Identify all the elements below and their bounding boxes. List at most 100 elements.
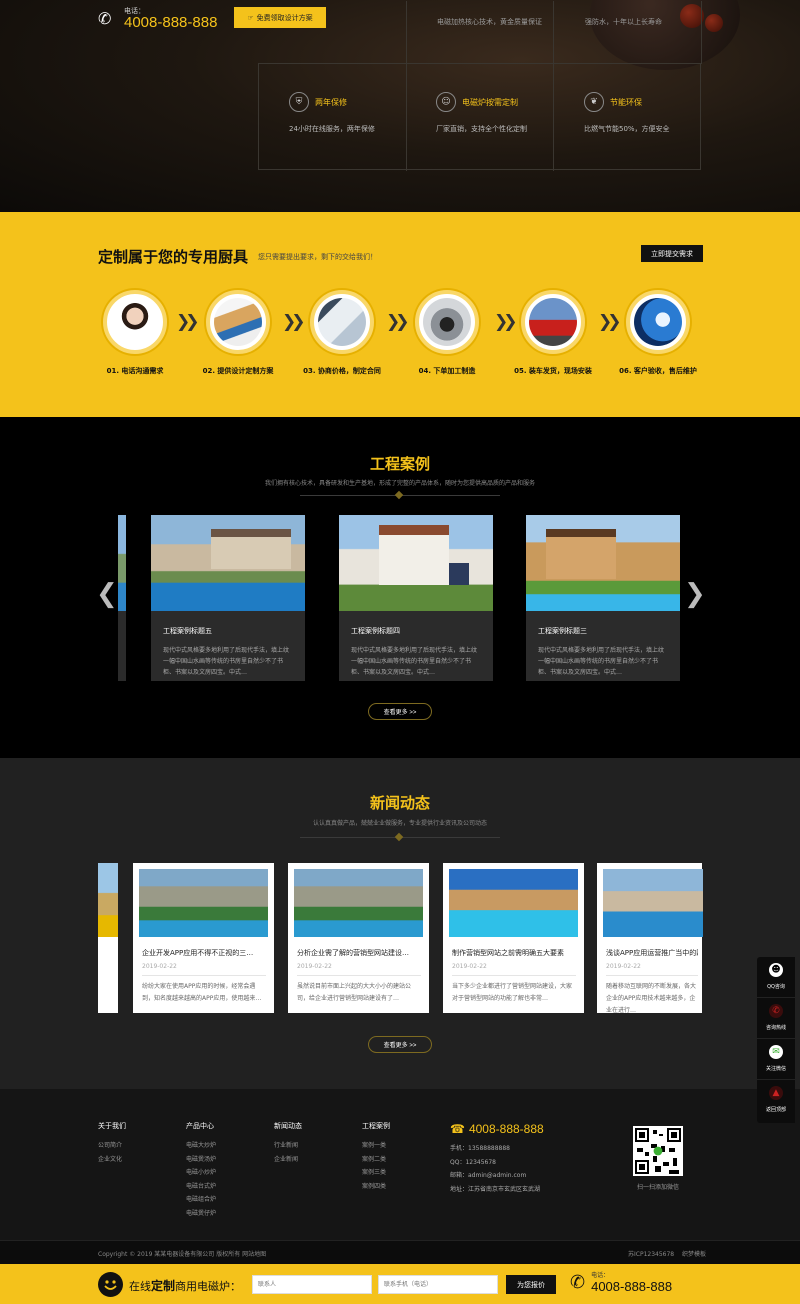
phone-icon: ✆ <box>769 1004 783 1018</box>
step-image <box>310 290 374 354</box>
news-title: 分析企业需了解的营销型网站建设… <box>297 949 409 957</box>
phone-number: 4008-888-888 <box>124 14 218 31</box>
footer-link[interactable]: 案例二类 <box>362 1153 390 1167</box>
footer-heading: 产品中心 <box>186 1122 214 1130</box>
news-title: 新闻动态 <box>369 794 430 812</box>
footer-link[interactable]: 电磁煲汤炉 <box>186 1153 216 1167</box>
footer: 关于我们 公司简介 企业文化 产品中心 电磁大炒炉 电磁煲汤炉 电磁小炒炉 电磁… <box>0 1089 800 1240</box>
submit-request-button[interactable]: 立即提交需求 <box>641 245 703 262</box>
case-card[interactable]: 工程案例标题五 现代中式风格要多地利用了后现代手法，填上纹一幅中国山水画等传统的… <box>151 515 305 681</box>
footer-email: 邮箱：admin@admin.com <box>450 1172 527 1179</box>
case-card-partial[interactable] <box>118 515 126 681</box>
news-subtitle: 认认真真做产品，兢兢业业做服务，专业提供行业资讯及公司动态 <box>312 820 487 827</box>
cases-subtitle: 我们拥有核心技术，具备研发和生产基地，形成了完整的产品体系，随时为您提供高品质的… <box>264 480 535 487</box>
footer-link[interactable]: 电磁煲仔炉 <box>186 1207 216 1221</box>
quote-button[interactable]: 为您报价 <box>506 1275 556 1294</box>
footer-address: 地址：江苏省南京市玄武区玄武湖 <box>450 1185 541 1193</box>
leaf-icon: ❦ <box>584 92 604 112</box>
step-label: 06. 客户验收，售后维护 <box>619 367 697 375</box>
top-feature: 电磁加热核心技术，黄金质量保证 <box>437 18 542 26</box>
bottom-phone: ✆ 电话： 4008-888-888 <box>570 1270 672 1295</box>
cases-section: 工程案例 我们拥有核心技术，具备研发和生产基地，形成了完整的产品体系，随时为您提… <box>0 417 800 758</box>
process-step: 06. 客户验收，售后维护 <box>608 290 708 376</box>
news-image <box>139 869 268 937</box>
footer-link[interactable]: 电磁组合炉 <box>186 1193 216 1207</box>
case-title: 工程案例标题五 <box>163 627 212 635</box>
news-card[interactable]: 分析企业需了解的营销型网站建设… 2019-02-22 虽然说目前市面上兴起的大… <box>288 863 429 1013</box>
hero-banner: ✆ 电话： 4008-888-888 ☞ 免费领取设计方案 电磁加热核心技术，黄… <box>0 0 800 212</box>
feature-item: ❦ 节能环保 比燃气节能50%，方便安全 <box>584 92 724 134</box>
cases-more-button[interactable]: 查看更多 >> <box>368 703 432 720</box>
diamond-icon <box>394 832 404 842</box>
footer-link[interactable]: 电磁台式炉 <box>186 1180 216 1194</box>
contact-phone-input[interactable] <box>378 1275 498 1294</box>
footer-link[interactable]: 案例一类 <box>362 1139 390 1153</box>
step-image <box>521 290 585 354</box>
case-desc: 现代中式风格要多地利用了后现代手法，填上纹一幅中国山水画等传统的书房里自然少不了… <box>163 647 290 676</box>
footer-link[interactable]: 行业新闻 <box>274 1139 302 1153</box>
news-image <box>449 869 578 937</box>
header-phone: ✆ 电话： 4008-888-888 <box>98 7 217 31</box>
sidebar-label: QQ咨询 <box>767 984 785 990</box>
step-label: 02. 提供设计定制方案 <box>202 367 274 375</box>
footer-phone: ☎ 4008-888-888 <box>450 1122 544 1136</box>
feature-box: ⛨ 两年保修 24小时在线服务，两年保修 ☺ 电磁炉按需定制 厂家直销，支持全个性化… <box>258 1 702 171</box>
process-step: 02. 提供设计定制方案 <box>188 290 288 376</box>
sidebar-hotline[interactable]: ✆ 咨询热线 <box>757 998 795 1039</box>
divider <box>553 1 554 64</box>
footer-link[interactable]: 企业新闻 <box>274 1153 302 1167</box>
process-subheading: 您只需要提出要求，剩下的交给我们！ <box>258 253 377 261</box>
free-design-button[interactable]: ☞ 免费领取设计方案 <box>234 7 326 28</box>
copyright-text: Copyright © 2019 某某电器设备有限公司 版权所有 网站地图 <box>98 1251 267 1258</box>
footer-phone-number: 4008-888-888 <box>468 1122 544 1136</box>
floating-sidebar: ☻ QQ咨询 ✆ 咨询热线 ✉ 关注微信 ▲ 返回顶部 <box>757 957 795 1123</box>
bar-lead-text: 在线 <box>129 1280 151 1293</box>
sidebar-back-top[interactable]: ▲ 返回顶部 <box>757 1080 795 1121</box>
footer-column: 关于我们 公司简介 企业文化 <box>98 1121 126 1166</box>
footer-column: 工程案例 案例一类 案例二类 案例三类 案例四类 <box>362 1121 390 1193</box>
news-date: 2019-02-22 <box>606 963 641 970</box>
bottom-bar-text: 在线定制商用电磁炉： <box>129 1277 241 1294</box>
step-label: 01. 电话沟通需求 <box>106 367 164 375</box>
news-card[interactable]: 浅谈APP应用运营推广当中的四… 2019-02-22 随着移动互联网的不断发展… <box>597 863 703 1014</box>
news-image <box>294 869 423 937</box>
footer-column: 产品中心 电磁大炒炉 电磁煲汤炉 电磁小炒炉 电磁台式炉 电磁组合炉 电磁煲仔炉 <box>186 1121 216 1220</box>
news-card[interactable]: 制作营销型网站之前需明确五大要素 2019-02-22 当下多少企业都进行了营销… <box>443 863 584 1013</box>
news-desc: 随着移动互联网的不断发展，各大企业的APP应用技术越来越多，企业在进行… <box>606 983 697 1014</box>
sidebar-qq[interactable]: ☻ QQ咨询 <box>757 957 795 998</box>
case-card[interactable]: 工程案例标题四 现代中式风格要多地利用了后现代手法，填上纹一幅中国山水画等传统的… <box>339 515 493 681</box>
process-step: 04. 下单加工制造 <box>397 290 497 376</box>
case-title: 工程案例标题三 <box>538 627 587 635</box>
news-card-partial[interactable] <box>98 863 118 1013</box>
news-card[interactable]: 企业开发APP应用不得不正视的三… 2019-02-22 纷纷大家在使用APP应… <box>133 863 274 1013</box>
footer-link[interactable]: 公司简介 <box>98 1139 126 1153</box>
smile-icon <box>98 1272 123 1297</box>
contact-name-input[interactable] <box>252 1275 372 1294</box>
footer-link[interactable]: 企业文化 <box>98 1153 126 1167</box>
news-more-button[interactable]: 查看更多 >> <box>368 1036 432 1053</box>
footer-link[interactable]: 案例四类 <box>362 1180 390 1194</box>
news-date: 2019-02-22 <box>142 963 177 970</box>
step-label: 03. 协商价格，制定合同 <box>303 367 381 375</box>
news-title: 企业开发APP应用不得不正视的三… <box>142 949 254 957</box>
footer-link[interactable]: 案例三类 <box>362 1166 390 1180</box>
news-image <box>603 869 703 937</box>
footer-link[interactable]: 电磁小炒炉 <box>186 1166 216 1180</box>
process-step: 01. 电话沟通需求 <box>85 290 185 376</box>
qr-caption: 扫一扫添加微信 <box>636 1184 679 1191</box>
prev-arrow-icon[interactable]: ❮ <box>96 579 118 609</box>
feature-title: 两年保修 <box>315 97 347 107</box>
feature-desc: 24小时在线服务，两年保修 <box>289 125 375 133</box>
case-card[interactable]: 工程案例标题三 现代中式风格要多地利用了后现代手法，填上纹一幅中国山水画等传统的… <box>526 515 680 681</box>
case-desc: 现代中式风格要多地利用了后现代手法，填上纹一幅中国山水画等传统的书房里自然少不了… <box>351 647 478 676</box>
decor-plate <box>590 0 740 70</box>
feature-item: ☺ 电磁炉按需定制 厂家直销，支持全个性化定制 <box>436 92 576 134</box>
bar-tail-text: 商用电磁炉： <box>175 1280 242 1293</box>
user-icon: ☺ <box>436 92 456 112</box>
feature-title: 电磁炉按需定制 <box>462 97 518 107</box>
sidebar-wechat[interactable]: ✉ 关注微信 <box>757 1039 795 1080</box>
footer-link[interactable]: 电磁大炒炉 <box>186 1139 216 1153</box>
next-arrow-icon[interactable]: ❯ <box>684 579 706 609</box>
footer-heading: 关于我们 <box>98 1122 126 1130</box>
step-image <box>206 290 270 354</box>
